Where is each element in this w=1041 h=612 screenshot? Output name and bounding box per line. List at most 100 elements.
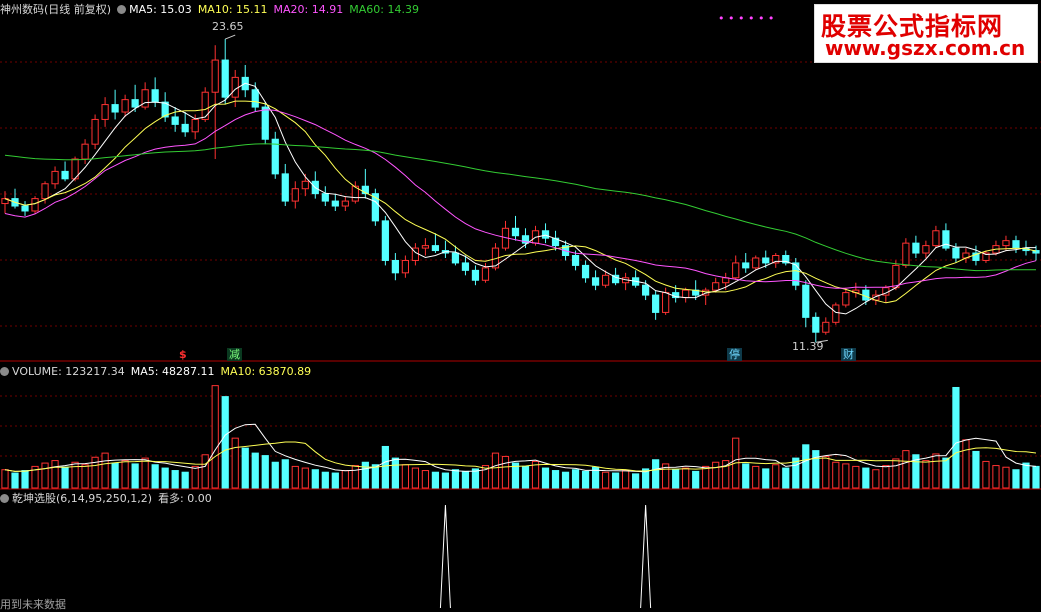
reduce-marker[interactable]: 减 [227, 348, 242, 361]
volume-bar [742, 463, 750, 489]
volume-bar [762, 468, 770, 489]
buy-signal-spike [640, 504, 652, 609]
candle-body [762, 257, 770, 264]
volume-bar [421, 470, 430, 489]
settings-circle-icon[interactable] [117, 5, 127, 14]
volume-bar [431, 471, 440, 489]
candle-body [541, 230, 550, 239]
candle-body [802, 284, 810, 318]
candle-body [682, 289, 690, 299]
volume-bar [1002, 466, 1010, 489]
indicator-settings-circle-icon[interactable] [0, 494, 9, 503]
volume-bar [471, 468, 480, 489]
candle-body [571, 255, 580, 266]
candle-body [732, 262, 740, 279]
volume-bar [201, 454, 209, 489]
candle-body [942, 230, 950, 249]
candle-body [41, 183, 49, 200]
candle-body [31, 198, 39, 212]
volume-bar [131, 463, 139, 489]
candle-body [261, 106, 269, 140]
candle-body [391, 259, 399, 274]
ma60-line [4, 143, 1036, 272]
volume-bar [842, 463, 850, 489]
stock-chart-canvas[interactable] [0, 0, 1041, 610]
dollar-marker[interactable]: $ [179, 348, 187, 361]
volume-bar [882, 465, 890, 489]
stock-title[interactable]: 神州数码(日线 前复权) [0, 3, 111, 16]
volume-bar [972, 450, 980, 489]
signal-dots: • • • • • • [718, 12, 775, 25]
volume-bar [191, 465, 199, 489]
low-price-label: 11.39 [792, 340, 824, 353]
volume-bar [11, 472, 19, 489]
ma5-line [4, 82, 1036, 315]
price-panel-header: 神州数码(日线 前复权) MA5: 15.03 MA10: 15.11 MA20: 1… [0, 2, 425, 18]
watermark-logo: 股票公式指标网 www.gszx.com.cn [814, 4, 1038, 63]
candle-body [211, 59, 219, 93]
candle-body [201, 91, 209, 120]
candle-body [932, 230, 940, 247]
volume-settings-circle-icon[interactable] [0, 367, 9, 376]
volume-bar [51, 460, 59, 489]
volume-bar [351, 465, 359, 489]
volume-ma10-line [4, 441, 1037, 472]
volume-bar [121, 460, 129, 489]
volume-bar [551, 470, 560, 489]
volume-bar [541, 467, 550, 489]
volume-bar [802, 444, 810, 489]
candle-body [792, 262, 800, 286]
candle-body [21, 205, 29, 212]
ma10-legend: MA10: 15.11 [197, 3, 268, 16]
candle-body [221, 59, 229, 98]
volume-bar [832, 461, 840, 489]
volume-bar [812, 450, 820, 489]
volume-bar [621, 470, 630, 489]
candle-body [1012, 240, 1020, 249]
volume-bar [581, 470, 590, 489]
volume-bar [281, 459, 289, 489]
volume-bar [1, 469, 9, 489]
volume-bar [221, 396, 229, 489]
volume-bar [561, 471, 570, 489]
candle-body [381, 220, 389, 261]
candle-body [61, 170, 69, 180]
volume-bar [311, 469, 319, 489]
candle-body [341, 200, 349, 207]
volume-bar [611, 472, 620, 489]
volume-bar [371, 464, 379, 489]
ma5-legend: MA5: 15.03 [129, 3, 192, 16]
candle-body [902, 242, 910, 266]
candle-body [652, 294, 660, 313]
indicator-title[interactable]: 乾坤选股(6,14,95,250,1,2) [12, 492, 152, 505]
volume-bar [792, 457, 800, 489]
candle-body [952, 247, 960, 259]
candle-body [331, 200, 339, 207]
volume-bar [461, 470, 470, 489]
volume-panel-header: VOLUME: 123217.34 MA5: 48287.11 MA10: 6387… [0, 364, 317, 380]
finance-marker[interactable]: 财 [841, 348, 856, 361]
candle-body [171, 116, 179, 125]
watermark-line2: www.gszx.com.cn [825, 36, 1026, 60]
volume-bar [601, 471, 610, 489]
ma10-line [4, 100, 1037, 304]
volume-bar [872, 469, 880, 489]
volume-bar [772, 464, 780, 489]
ma20-legend: MA20: 14.91 [273, 3, 344, 16]
volume-bar [61, 466, 69, 489]
candle-body [401, 259, 409, 274]
candle-body [141, 89, 149, 108]
volume-bar [81, 464, 89, 489]
candle-body [321, 193, 329, 202]
high-price-label: 23.65 [212, 20, 244, 33]
volume-bar [341, 470, 349, 489]
volume-bar [141, 457, 149, 489]
candle-body [601, 274, 610, 286]
indicator-panel-header: 乾坤选股(6,14,95,250,1,2) 看多: 0.00 [0, 491, 218, 507]
candle-body [511, 227, 520, 237]
volume-bar [982, 460, 990, 489]
stop-marker[interactable]: 停 [727, 348, 742, 361]
volume-bar [992, 465, 1000, 489]
volume-bar [852, 465, 860, 489]
volume-bar [321, 471, 329, 489]
